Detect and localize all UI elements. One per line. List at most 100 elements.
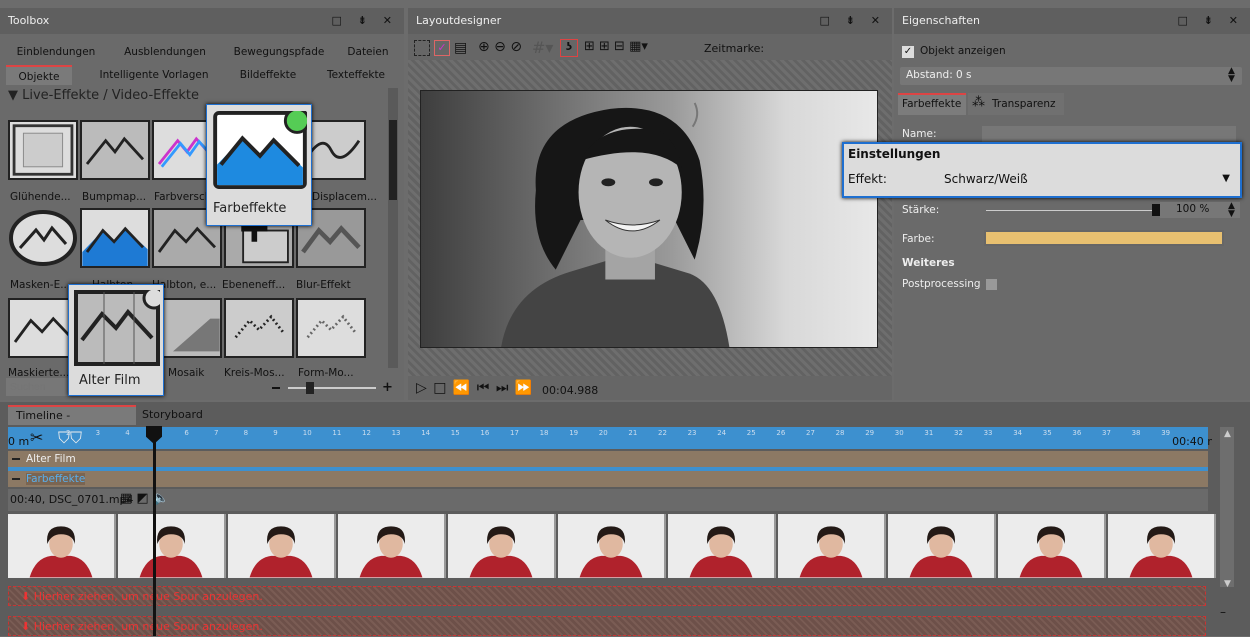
scroll-down-icon[interactable]: ▼: [1224, 579, 1231, 589]
clip-thumbnail: [338, 514, 446, 578]
ruler-tick-label: 7: [214, 429, 219, 437]
ruler-start: 0 m: [8, 435, 30, 448]
effect-label: Farbverschi...: [154, 191, 214, 203]
clip-thumbnail: [448, 514, 556, 578]
ruler-tick-label: 12: [362, 429, 371, 437]
drop-zone[interactable]: ⬇ Hierher ziehen, um neue Spur anzulegen…: [8, 586, 1206, 606]
effect-label: Mosaik: [168, 367, 205, 379]
effect-tile-form-mosaik[interactable]: [296, 298, 366, 358]
tab-texteffekte[interactable]: Texteffekte: [316, 65, 396, 85]
zoom-minus-icon[interactable]: [272, 387, 280, 389]
effect-label: Ebeneneff...: [222, 279, 286, 291]
video-preview[interactable]: [420, 90, 878, 348]
woman-portrait: [501, 102, 730, 347]
effect-tile-gluehende[interactable]: [8, 120, 78, 180]
curve-tool-icon[interactable]: ʖ: [560, 39, 578, 57]
tab-objekte[interactable]: Objekte: [6, 65, 72, 85]
staerke-slider-fill: [986, 210, 1158, 211]
ruler-tick-label: 37: [1102, 429, 1111, 437]
ruler-tick-label: 28: [835, 429, 845, 437]
toolbox-tabs-row1: Einblendungen Ausblendungen Bewegungspfa…: [0, 42, 404, 62]
tab-bildeffekte[interactable]: Bildeffekte: [230, 65, 306, 85]
tab-ausblendungen[interactable]: Ausblendungen: [112, 42, 218, 62]
timeline-scrollbar[interactable]: ▲ ▼ –: [1212, 427, 1242, 636]
frame-icons[interactable]: ⊞ ⊞ ⊟ ▦▾: [584, 39, 648, 54]
time-ruler[interactable]: 2345678910111213141516171819202122232425…: [8, 427, 1218, 449]
spinner-icon[interactable]: ▲ ▼: [1228, 202, 1235, 219]
panel-controls-icon[interactable]: □ ⇟ ✕: [820, 8, 887, 34]
staerke-value: 100 %: [1176, 203, 1210, 215]
marker-icon[interactable]: ⛉⛉: [58, 428, 82, 448]
zeitmarke-label: Zeitmarke:: [704, 42, 765, 55]
name-field[interactable]: [982, 126, 1236, 142]
effect-label: Masken-E...: [10, 279, 71, 291]
track-farbeffekte[interactable]: Farbeffekte: [8, 471, 1208, 487]
tab-timeline[interactable]: Timeline - Spuransicht: [8, 405, 136, 440]
tab-bewegungspfade[interactable]: Bewegungspfade: [224, 42, 334, 62]
ruler-tick-label: 16: [480, 429, 490, 437]
tab-intelligente-vorlagen[interactable]: Intelligente Vorlagen: [88, 65, 220, 85]
staerke-slider-handle[interactable]: [1152, 204, 1160, 216]
clip-thumbnail: [8, 514, 116, 578]
toolbox-scrollbar[interactable]: [388, 88, 398, 368]
zoom-icons[interactable]: ⊕ ⊖ ⊘: [478, 39, 522, 55]
clip-thumbnail: [558, 514, 666, 578]
staerke-label: Stärke:: [902, 204, 940, 216]
effect-tile-kreis-mosaik[interactable]: [224, 298, 294, 358]
ruler-tick-label: 27: [806, 429, 815, 437]
farbe-swatch[interactable]: [984, 230, 1224, 246]
ruler-tick-label: 6: [184, 429, 189, 437]
ruler-tick-label: 35: [1042, 429, 1052, 437]
effekt-label: Effekt:: [848, 172, 887, 186]
effect-tile-bumpmap[interactable]: [80, 120, 150, 180]
track-alter-film[interactable]: Alter Film: [8, 451, 1208, 467]
clip-thumbnail: [228, 514, 336, 578]
tab-transparenz-label: Transparenz: [992, 98, 1056, 110]
grid-tool-icon[interactable]: ▤: [454, 40, 467, 56]
ruler-tick-label: 15: [450, 429, 460, 437]
tab-storyboard[interactable]: Storyboard: [142, 408, 203, 421]
ruler-tick-label: 18: [539, 429, 549, 437]
tooltip-alter-film: Alter Film: [68, 284, 164, 396]
drop-zone[interactable]: ⬇ Hierher ziehen, um neue Spur anzulegen…: [8, 616, 1206, 636]
ruler-tick-label: 29: [865, 429, 875, 437]
select-tool-icon[interactable]: [414, 40, 430, 56]
scissors-icon[interactable]: ✂: [30, 428, 43, 447]
playback-controls[interactable]: ▷ □ ⏪ ⏮ ⏭ ⏩: [416, 380, 533, 396]
ruler-tick-label: 3: [95, 429, 101, 437]
effekt-dropdown[interactable]: Schwarz/Weiß ▼: [940, 170, 1234, 190]
staerke-slider[interactable]: [986, 204, 1160, 216]
toolbox-title: Toolbox: [8, 14, 50, 27]
effect-label: Form-Mo...: [298, 367, 354, 379]
category-header[interactable]: ▼ Live-Effekte / Video-Effekte: [8, 88, 199, 103]
ruler-tick-label: 33: [983, 429, 993, 437]
timecode: 00:04.988: [542, 384, 599, 397]
show-object-checkbox[interactable]: ✓: [902, 46, 914, 58]
layout-title: Layoutdesigner: [416, 14, 502, 27]
tooltip-label: Farbeffekte: [213, 201, 287, 216]
playhead[interactable]: [153, 427, 156, 636]
check-tool-icon[interactable]: ✓: [434, 40, 450, 56]
ruler-tick-label: 34: [1013, 429, 1023, 437]
zoom-slider[interactable]: [288, 382, 376, 394]
toolbox-tabs-row2: Objekte Intelligente Vorlagen Bildeffekt…: [0, 65, 404, 85]
postprocessing-checkbox[interactable]: [986, 279, 997, 290]
clip-thumbnail: [668, 514, 776, 578]
tab-einblendungen[interactable]: Einblendungen: [6, 42, 106, 62]
raster-icon[interactable]: #▾: [532, 38, 553, 57]
panel-controls-icon[interactable]: □ ⇟ ✕: [332, 8, 399, 34]
panel-controls-icon[interactable]: □ ⇟ ✕: [1178, 8, 1245, 34]
clip-header[interactable]: 00:40, DSC_0701.mp4 ▦ ◩ 🔈: [8, 489, 1208, 511]
tooltip-farbeffekte: Farbeffekte: [206, 104, 312, 226]
layoutdesigner-panel: Layoutdesigner □ ⇟ ✕ ✓ ▤ ⊕ ⊖ ⊘ #▾ ʖ ⊞ ⊞ ⊟…: [408, 8, 892, 400]
effect-tile-halbton[interactable]: [80, 208, 150, 268]
zoom-plus-icon[interactable]: +: [382, 380, 393, 395]
effect-tile-masken[interactable]: [8, 208, 78, 268]
zoom-out-icon[interactable]: –: [1220, 605, 1226, 619]
tab-dateien[interactable]: Dateien: [340, 42, 396, 62]
toolbox-panel: Toolbox □ ⇟ ✕ Einblendungen Ausblendungen…: [0, 8, 404, 400]
spinner-icon[interactable]: ▲ ▼: [1228, 67, 1235, 84]
scroll-up-icon[interactable]: ▲: [1224, 429, 1231, 439]
clip-settings-icon[interactable]: ▦ ◩ 🔈: [120, 491, 169, 506]
postprocessing-label: Postprocessing: [902, 278, 981, 290]
